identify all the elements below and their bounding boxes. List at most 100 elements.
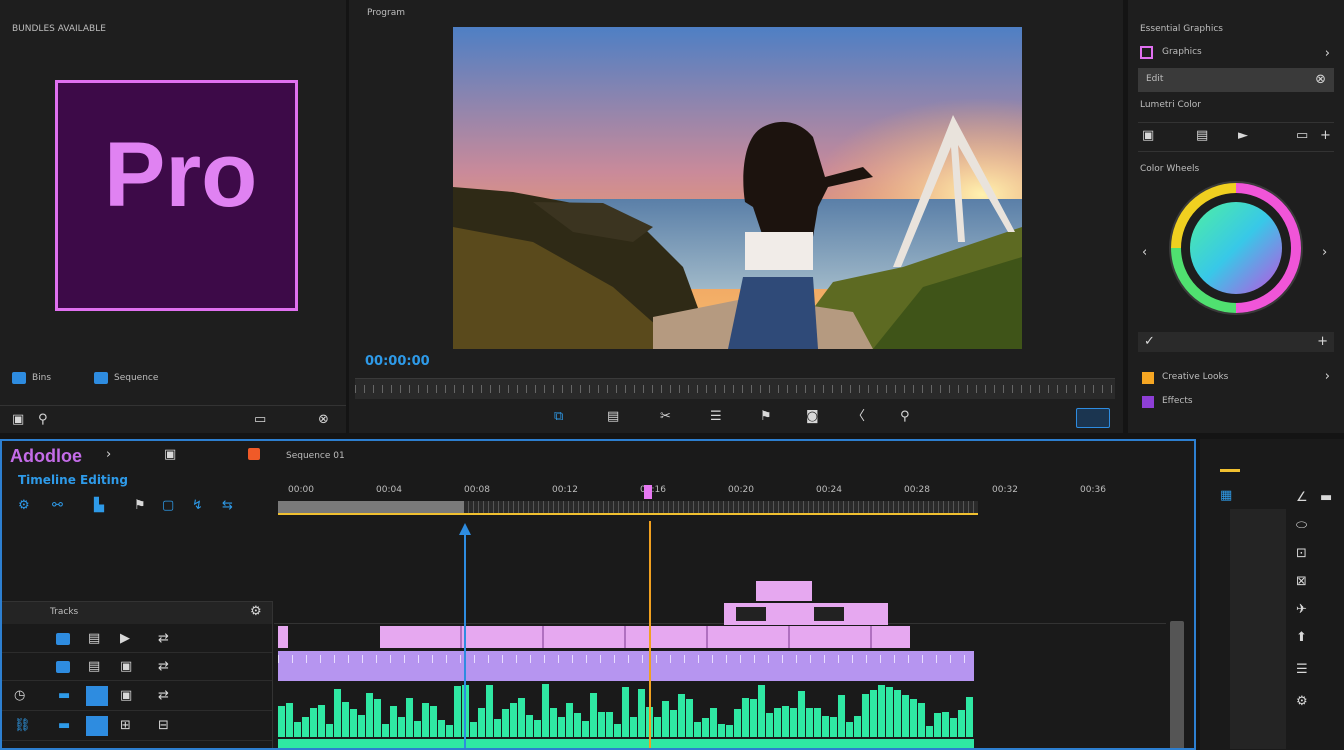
text-tool-icon[interactable]: ⊡ — [1296, 547, 1307, 561]
lock-icon[interactable]: ▤ — [88, 632, 100, 646]
waveform-bar — [590, 693, 597, 737]
mute-icon[interactable]: ⇄ — [158, 689, 169, 703]
align-center-icon[interactable]: ▤ — [1196, 129, 1208, 143]
waveform-bar — [606, 712, 613, 737]
track-toggle-icon[interactable]: ▬ — [58, 689, 70, 703]
link-icon[interactable]: ⚯ — [52, 499, 63, 513]
waveform-bar — [870, 690, 877, 737]
hand-icon[interactable]: ↯ — [192, 499, 203, 513]
sync-icon[interactable]: ▣ — [120, 660, 132, 674]
effects-item[interactable]: Effects — [1138, 392, 1334, 412]
timeline-tools: ⚙ ⚯ ▙ ⚑ ▢ ↯ ⇆ — [12, 497, 252, 515]
monitor-scrubber[interactable] — [355, 378, 1115, 399]
track-toggle-icon[interactable]: ▬ — [58, 719, 70, 733]
track-header-label: Tracks — [50, 607, 79, 617]
overlay-clip[interactable] — [724, 603, 888, 625]
crop-icon[interactable]: ⊠ — [1296, 575, 1307, 589]
upload-icon[interactable]: ⬆ — [1296, 631, 1307, 645]
play-icon[interactable]: ► — [1238, 129, 1248, 143]
lock-icon[interactable]: ⊞ — [120, 719, 131, 733]
playhead-marker[interactable] — [644, 485, 652, 499]
track-lanes[interactable] — [274, 521, 1184, 748]
marker-tool-icon[interactable]: ▙ — [94, 499, 104, 513]
waveform-bar — [614, 724, 621, 737]
new-layer-icon[interactable]: ▭ — [1296, 129, 1308, 143]
video-clip-track1[interactable] — [278, 651, 974, 681]
list-view-icon[interactable]: ▣ — [12, 413, 24, 427]
toggle-output-icon[interactable] — [56, 633, 70, 645]
mute-icon[interactable]: ⇄ — [158, 660, 169, 674]
title-clip[interactable] — [756, 581, 812, 601]
track-settings-icon[interactable]: ⚙ — [250, 605, 262, 619]
lock-icon[interactable]: ▣ — [120, 689, 132, 703]
camera-icon[interactable]: ◙ — [806, 410, 819, 424]
list-icon[interactable]: ☰ — [1296, 663, 1308, 677]
zoom-icon[interactable]: ⚲ — [900, 410, 910, 424]
audio-waveform-track[interactable] — [278, 681, 974, 737]
track-header-area: Tracks ⚙ ▤ ▶ ⇄ ▤ ▣ ⇄ ◷ ▬ ▣ ⇄ ⛓ ▬ ⊞ ⊟ — [2, 601, 273, 748]
waveform-bar — [662, 701, 669, 737]
sync-icon[interactable]: ▶ — [120, 632, 130, 646]
alert-icon[interactable] — [248, 448, 260, 460]
minus-icon[interactable]: ▬ — [1320, 491, 1332, 505]
layers-icon[interactable]: ▦ — [1220, 489, 1232, 503]
waveform-bar — [486, 685, 493, 737]
waveform-bar — [550, 708, 557, 737]
mute-icon[interactable]: ⇄ — [158, 632, 169, 646]
curve-icon[interactable]: 〈 — [852, 410, 865, 424]
razor-icon[interactable]: ▢ — [162, 499, 174, 513]
in-marker-arrow-icon[interactable] — [459, 523, 471, 535]
folder-icon[interactable]: ▣ — [164, 448, 176, 462]
waveform-bar — [894, 690, 901, 737]
audio-waveform — [278, 684, 973, 737]
settings-icon[interactable]: ⚙ — [1296, 695, 1308, 709]
audio-solo-button[interactable] — [86, 716, 108, 736]
chevron-right-icon[interactable]: › — [106, 448, 111, 462]
edit-item[interactable]: Edit ⊗ — [1138, 68, 1334, 92]
timeline-scrollbar[interactable] — [1170, 621, 1184, 748]
apply-row[interactable]: ✓ + — [1138, 332, 1334, 352]
timecode-display[interactable]: 00:00:00 — [365, 354, 430, 369]
video-clip-short[interactable] — [278, 626, 288, 648]
delete-icon[interactable]: ⊗ — [318, 413, 329, 427]
tools-scroll-area[interactable] — [1230, 509, 1286, 749]
plane-icon[interactable]: ✈ — [1296, 603, 1307, 617]
flag-icon[interactable]: ⚑ — [134, 499, 146, 513]
video-clip-main[interactable] — [380, 626, 910, 648]
export-frame-icon[interactable]: ▤ — [607, 410, 619, 424]
graphics-item[interactable]: Graphics › — [1138, 44, 1334, 64]
add-row-icon[interactable]: + — [1317, 335, 1328, 349]
creative-looks-item[interactable]: Creative Looks › — [1138, 368, 1334, 388]
wheel-left-arrow-icon[interactable]: ‹ — [1142, 246, 1147, 260]
audio-solo-button[interactable] — [86, 686, 108, 706]
color-wheel[interactable] — [1168, 180, 1308, 320]
mark-in-icon[interactable]: ⧉ — [554, 410, 563, 424]
mute-icon[interactable]: ⊟ — [158, 719, 169, 733]
clock-icon[interactable]: ◷ — [14, 689, 25, 703]
lock-icon[interactable]: ▤ — [88, 660, 100, 674]
waveform-bar — [846, 722, 853, 737]
playhead-line[interactable] — [649, 521, 651, 748]
ripple-icon[interactable]: ✂ — [660, 410, 671, 424]
pen-icon[interactable]: ∠ — [1296, 491, 1308, 505]
wheel-right-arrow-icon[interactable]: › — [1322, 246, 1327, 260]
monitor-settings-button[interactable] — [1076, 408, 1110, 428]
align-left-icon[interactable]: ▣ — [1142, 129, 1154, 143]
link-track-icon[interactable]: ⛓ — [14, 719, 31, 733]
waveform-bar — [390, 706, 397, 737]
close-icon[interactable]: ⊗ — [1315, 73, 1326, 87]
marker-icon[interactable]: ⚑ — [760, 410, 772, 424]
slip-icon[interactable]: ⇆ — [222, 499, 233, 513]
caption-icon[interactable]: ☰ — [710, 410, 722, 424]
sequence-label[interactable]: Sequence 01 — [286, 451, 345, 461]
snap-icon[interactable]: ⚙ — [18, 499, 30, 513]
video-frame-image — [453, 27, 1022, 349]
shape-icon[interactable]: ⬭ — [1296, 519, 1307, 533]
pro-logo: Pro — [55, 80, 298, 311]
toggle-output-icon[interactable] — [56, 661, 70, 673]
audio-clip-track2[interactable] — [278, 739, 974, 748]
search-icon[interactable]: ⚲ — [38, 413, 48, 427]
new-item-icon[interactable]: ▭ — [254, 413, 266, 427]
waveform-bar — [622, 687, 629, 737]
add-icon[interactable]: + — [1320, 129, 1331, 143]
